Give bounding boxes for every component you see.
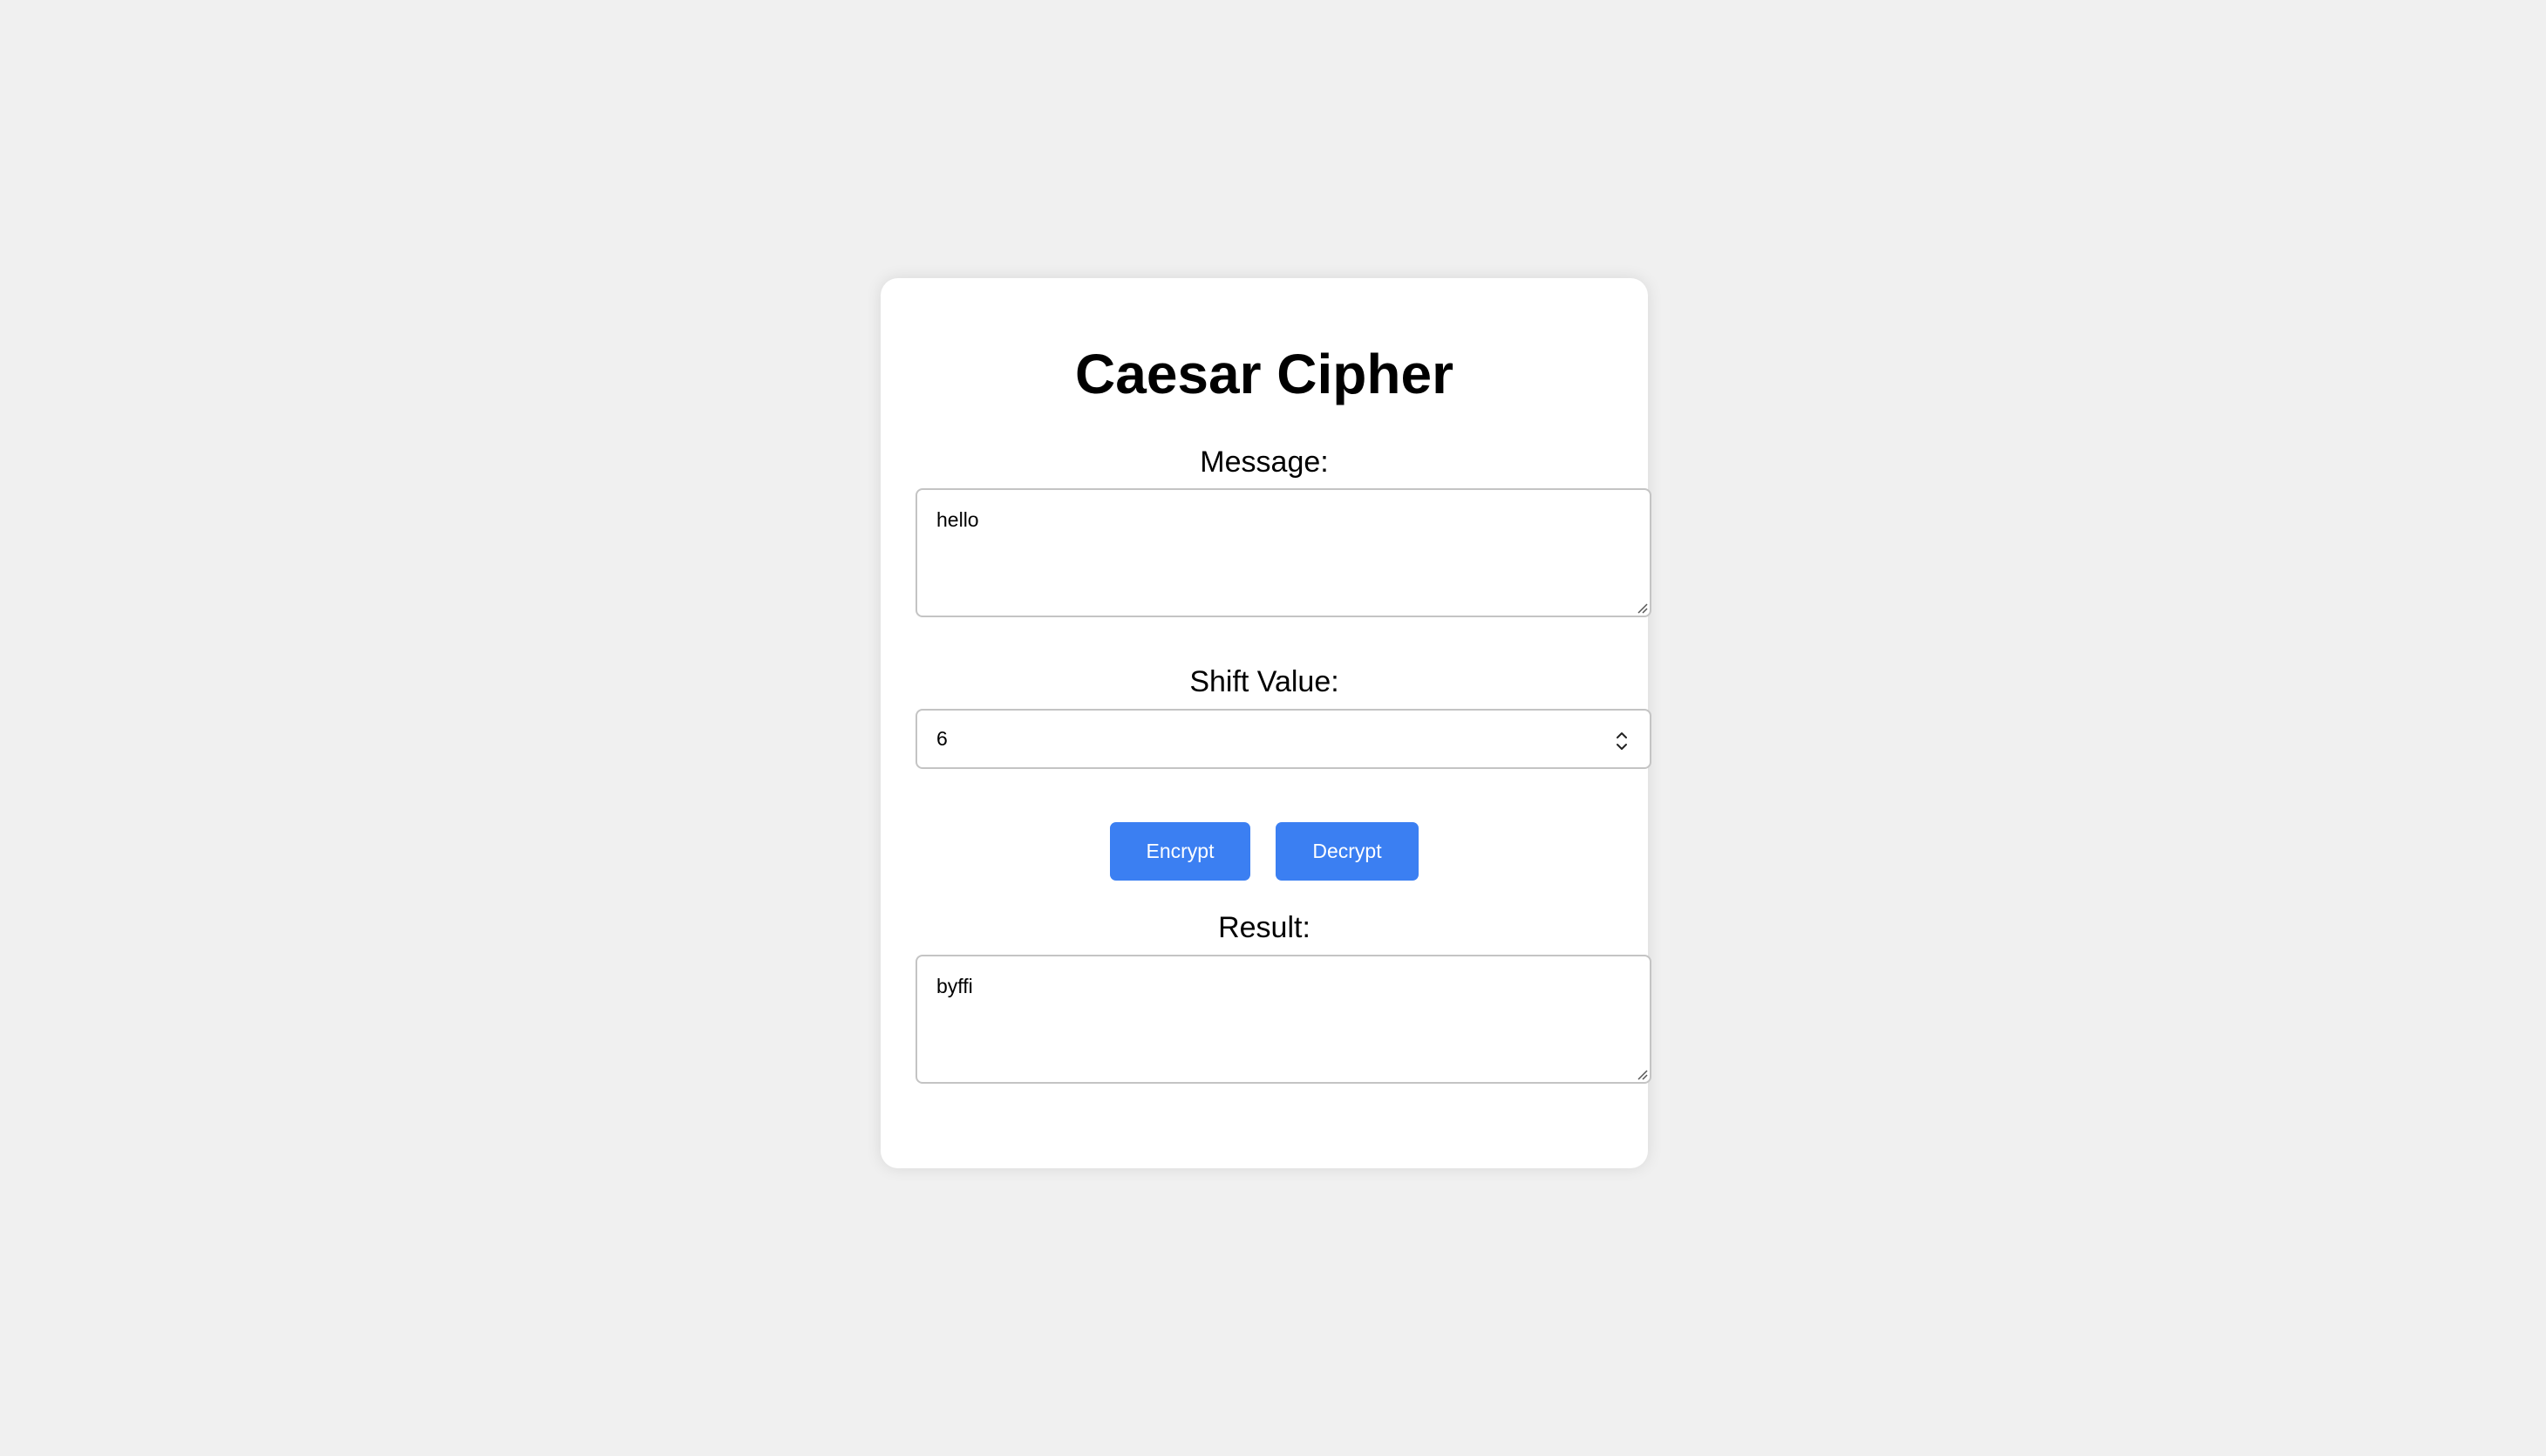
result-value: byffi [936,975,973,997]
page-title: Caesar Cipher [1075,343,1453,405]
resize-grip-icon[interactable] [1636,602,1648,614]
shift-value: 6 [936,727,948,750]
message-value: hello [936,508,979,531]
cipher-card: Caesar Cipher Message: hello Shift Value… [881,278,1651,1168]
decrypt-button[interactable]: Decrypt [1276,822,1419,881]
resize-grip-icon[interactable] [1636,1068,1648,1080]
shift-input[interactable]: 6 [916,709,1651,769]
result-label: Result: [1218,911,1310,944]
message-label: Message: [1200,446,1329,479]
result-textarea[interactable]: byffi [916,955,1651,1084]
shift-label: Shift Value: [1189,665,1339,698]
encrypt-button[interactable]: Encrypt [1110,822,1250,881]
stepper-arrows-icon[interactable] [1613,728,1630,754]
message-textarea[interactable]: hello [916,488,1651,617]
